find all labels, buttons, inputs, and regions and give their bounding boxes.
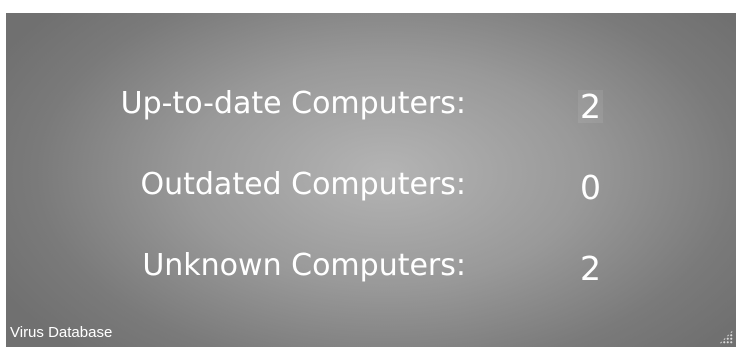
up-to-date-computers-count[interactable]: 2	[578, 90, 603, 123]
outdated-computers-label: Outdated Computers:	[140, 167, 467, 202]
tile-caption: Virus Database	[10, 324, 113, 341]
unknown-computers-count[interactable]: 2	[580, 252, 601, 285]
virus-database-tile[interactable]: Up-to-date Computers: 2 Outdated Compute…	[6, 13, 736, 347]
unknown-computers-label: Unknown Computers:	[142, 248, 466, 283]
resize-grip-icon[interactable]	[719, 330, 733, 344]
outdated-computers-count[interactable]: 0	[580, 171, 601, 204]
up-to-date-computers-label: Up-to-date Computers:	[120, 86, 466, 121]
